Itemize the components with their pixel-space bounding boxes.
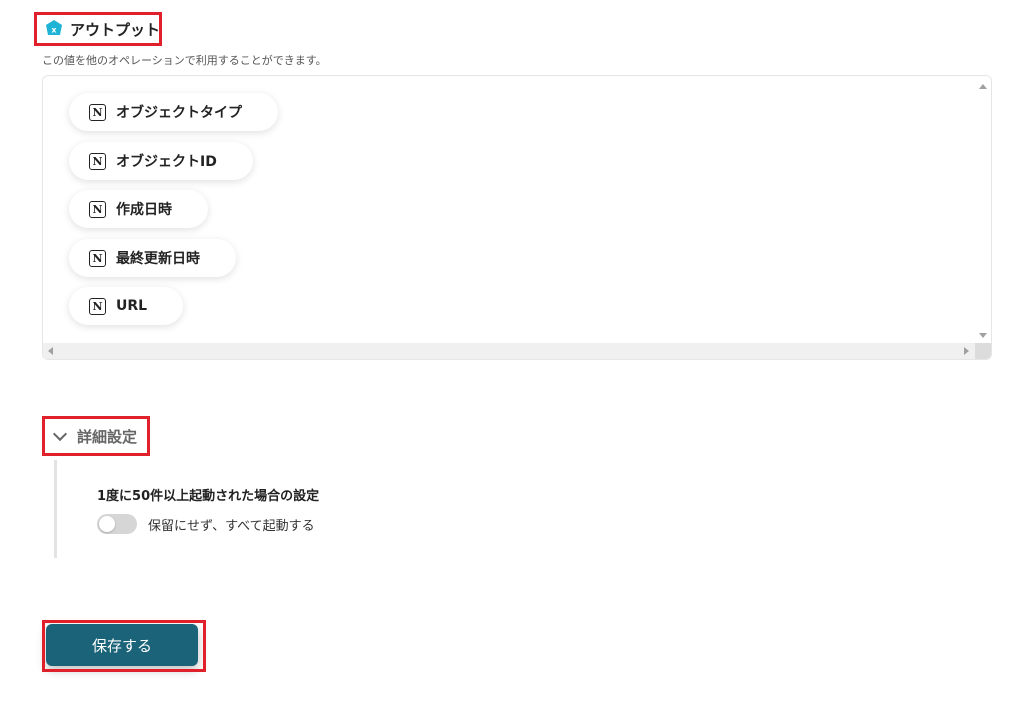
save-highlight-wrap: 保存する xyxy=(42,620,206,672)
output-item-label: 最終更新日時 xyxy=(116,251,200,267)
advanced-settings-title: 詳細設定 xyxy=(77,427,138,446)
notion-icon: N xyxy=(89,152,106,170)
output-item-label: 作成日時 xyxy=(116,202,172,218)
output-item-label: オブジェクトタイプ xyxy=(116,105,242,121)
svg-text:x: x xyxy=(51,26,57,35)
output-item-created-time[interactable]: N 作成日時 xyxy=(69,190,208,228)
toggle-knob xyxy=(99,516,115,532)
scroll-up-icon[interactable] xyxy=(979,84,987,89)
output-list[interactable]: N オブジェクトタイプ N オブジェクトID N 作成日時 N 最終更新日時 N… xyxy=(42,75,992,360)
notion-icon: N xyxy=(89,249,106,267)
advanced-settings-toggle[interactable]: 詳細設定 xyxy=(42,416,150,456)
output-header: x アウトプット xyxy=(34,12,162,46)
output-item-label: オブジェクトID xyxy=(116,154,217,170)
bulk-trigger-toggle-label: 保留にせず、すべて起動する xyxy=(148,519,315,534)
output-item-url[interactable]: N URL xyxy=(69,287,184,325)
vertical-scrollbar[interactable] xyxy=(975,76,991,344)
output-item-last-edited-time[interactable]: N 最終更新日時 xyxy=(69,239,236,277)
notion-icon: N xyxy=(89,200,106,218)
bulk-trigger-setting-label: 1度に50件以上起動された場合の設定 xyxy=(97,489,320,504)
output-title: アウトプット xyxy=(70,20,161,39)
output-x-icon: x xyxy=(44,19,64,39)
scroll-right-icon[interactable] xyxy=(964,347,969,355)
chevron-down-icon xyxy=(52,426,68,441)
save-highlight xyxy=(42,620,206,672)
notion-icon: N xyxy=(89,103,106,121)
output-item-object-id[interactable]: N オブジェクトID xyxy=(69,142,253,180)
scrollbar-corner xyxy=(975,343,991,359)
advanced-settings-rail xyxy=(54,460,57,558)
output-description: この値を他のオペレーションで利用することができます。 xyxy=(42,54,327,67)
output-item-label: URL xyxy=(116,298,148,314)
scroll-down-icon[interactable] xyxy=(979,333,987,338)
output-item-object-type[interactable]: N オブジェクトタイプ xyxy=(69,93,278,131)
scroll-left-icon[interactable] xyxy=(48,347,53,355)
horizontal-scrollbar[interactable] xyxy=(43,343,991,359)
bulk-trigger-toggle[interactable] xyxy=(97,514,137,534)
notion-icon: N xyxy=(89,297,106,315)
